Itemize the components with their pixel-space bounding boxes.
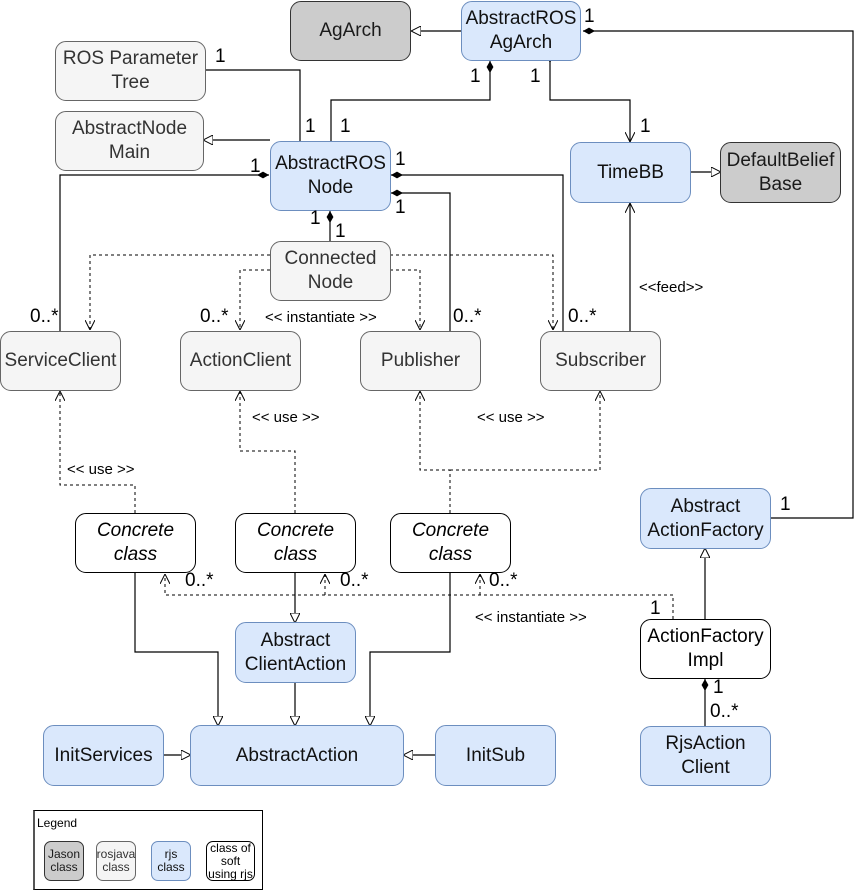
class-abstract-ros-node[interactable]: AbstractROS Node bbox=[270, 141, 391, 211]
multiplicity-label: 0..* bbox=[185, 570, 214, 591]
multiplicity-label: 1 bbox=[335, 221, 346, 242]
edge-impl-instantiate bbox=[165, 574, 674, 619]
multiplicity-label: 0..* bbox=[710, 701, 739, 722]
multiplicity-label: 1 bbox=[650, 598, 661, 619]
legend-item-rjs: rjs class bbox=[151, 841, 191, 881]
class-default-belief-base[interactable]: DefaultBelief Base bbox=[720, 142, 841, 203]
class-init-services[interactable]: InitServices bbox=[43, 725, 164, 786]
multiplicity-label: 1 bbox=[640, 116, 651, 137]
stereotype-use: << use >> bbox=[67, 461, 135, 478]
class-concrete-3[interactable]: Concrete class bbox=[390, 513, 511, 573]
multiplicity-label: 1 bbox=[215, 46, 226, 67]
edge-node-serviceclient bbox=[59, 171, 269, 331]
edge-agarch-timebb bbox=[550, 62, 630, 142]
class-action-factory-impl[interactable]: ActionFactory Impl bbox=[640, 619, 771, 679]
multiplicity-label: 1 bbox=[470, 66, 481, 87]
stereotype-feed: <<feed>> bbox=[639, 279, 704, 296]
stereotype-instantiate: << instantiate >> bbox=[265, 309, 377, 326]
multiplicity-label: 0..* bbox=[453, 306, 482, 327]
multiplicity-label: 1 bbox=[250, 156, 261, 177]
stereotype-instantiate: << instantiate >> bbox=[475, 609, 587, 626]
edge-concrete1-serviceclient bbox=[60, 391, 136, 513]
class-concrete-2[interactable]: Concrete class bbox=[235, 513, 356, 573]
class-service-client[interactable]: ServiceClient bbox=[0, 331, 121, 391]
stereotype-use: << use >> bbox=[252, 409, 320, 426]
class-action-client[interactable]: ActionClient bbox=[180, 331, 301, 391]
legend-item-rosjava: rosjava class bbox=[96, 841, 136, 881]
class-abstract-node-main[interactable]: AbstractNode Main bbox=[55, 111, 204, 171]
class-publisher[interactable]: Publisher bbox=[360, 331, 481, 391]
edge-concrete3-publisher bbox=[420, 391, 451, 513]
class-init-sub[interactable]: InitSub bbox=[435, 725, 556, 786]
class-concrete-1[interactable]: Concrete class bbox=[75, 513, 196, 573]
class-rjs-action-client[interactable]: RjsAction Client bbox=[640, 726, 771, 786]
multiplicity-label: 1 bbox=[395, 197, 406, 218]
edge-connected-publisher bbox=[390, 269, 420, 330]
class-abstract-action-factory[interactable]: Abstract ActionFactory bbox=[640, 488, 771, 549]
legend: Legend Jason class rosjava class rjs cla… bbox=[33, 810, 263, 890]
edge-concrete1-action bbox=[134, 573, 218, 725]
multiplicity-label: 0..* bbox=[489, 570, 518, 591]
class-timebb[interactable]: TimeBB bbox=[570, 142, 691, 203]
multiplicity-label: 1 bbox=[305, 116, 316, 137]
multiplicity-label: 1 bbox=[584, 6, 595, 27]
class-subscriber[interactable]: Subscriber bbox=[540, 331, 661, 391]
edge-agarch-node bbox=[330, 61, 494, 141]
multiplicity-label: 1 bbox=[310, 208, 321, 229]
class-agarch[interactable]: AgArch bbox=[290, 1, 411, 61]
class-ros-parameter-tree[interactable]: ROS Parameter Tree bbox=[55, 41, 206, 101]
multiplicity-label: 1 bbox=[530, 66, 541, 87]
edge-concrete3-subscriber bbox=[450, 391, 601, 471]
multiplicity-label: 1 bbox=[340, 116, 351, 137]
class-abstract-ros-agarch[interactable]: AbstractROS AgArch bbox=[461, 1, 581, 61]
edge-agarch-factory bbox=[583, 27, 854, 519]
multiplicity-label: 0..* bbox=[340, 570, 369, 591]
class-abstract-action[interactable]: AbstractAction bbox=[190, 725, 404, 786]
stereotype-use: << use >> bbox=[477, 409, 545, 426]
multiplicity-label: 1 bbox=[713, 677, 724, 698]
multiplicity-label: 1 bbox=[395, 149, 406, 170]
multiplicity-label: 1 bbox=[780, 494, 791, 515]
multiplicity-label: 0..* bbox=[30, 306, 59, 327]
legend-item-soft: class of soft using rjs bbox=[206, 841, 255, 881]
edge-param-node bbox=[206, 69, 304, 153]
multiplicity-label: 0..* bbox=[200, 306, 229, 327]
edge-connected-serviceclient bbox=[90, 254, 270, 330]
edge-concrete3-action bbox=[370, 573, 451, 725]
legend-title: Legend bbox=[37, 816, 78, 830]
legend-item-jason: Jason class bbox=[44, 841, 84, 881]
class-connected-node[interactable]: Connected Node bbox=[270, 241, 391, 301]
multiplicity-label: 0..* bbox=[568, 306, 597, 327]
class-abstract-client-action[interactable]: Abstract ClientAction bbox=[235, 622, 356, 683]
